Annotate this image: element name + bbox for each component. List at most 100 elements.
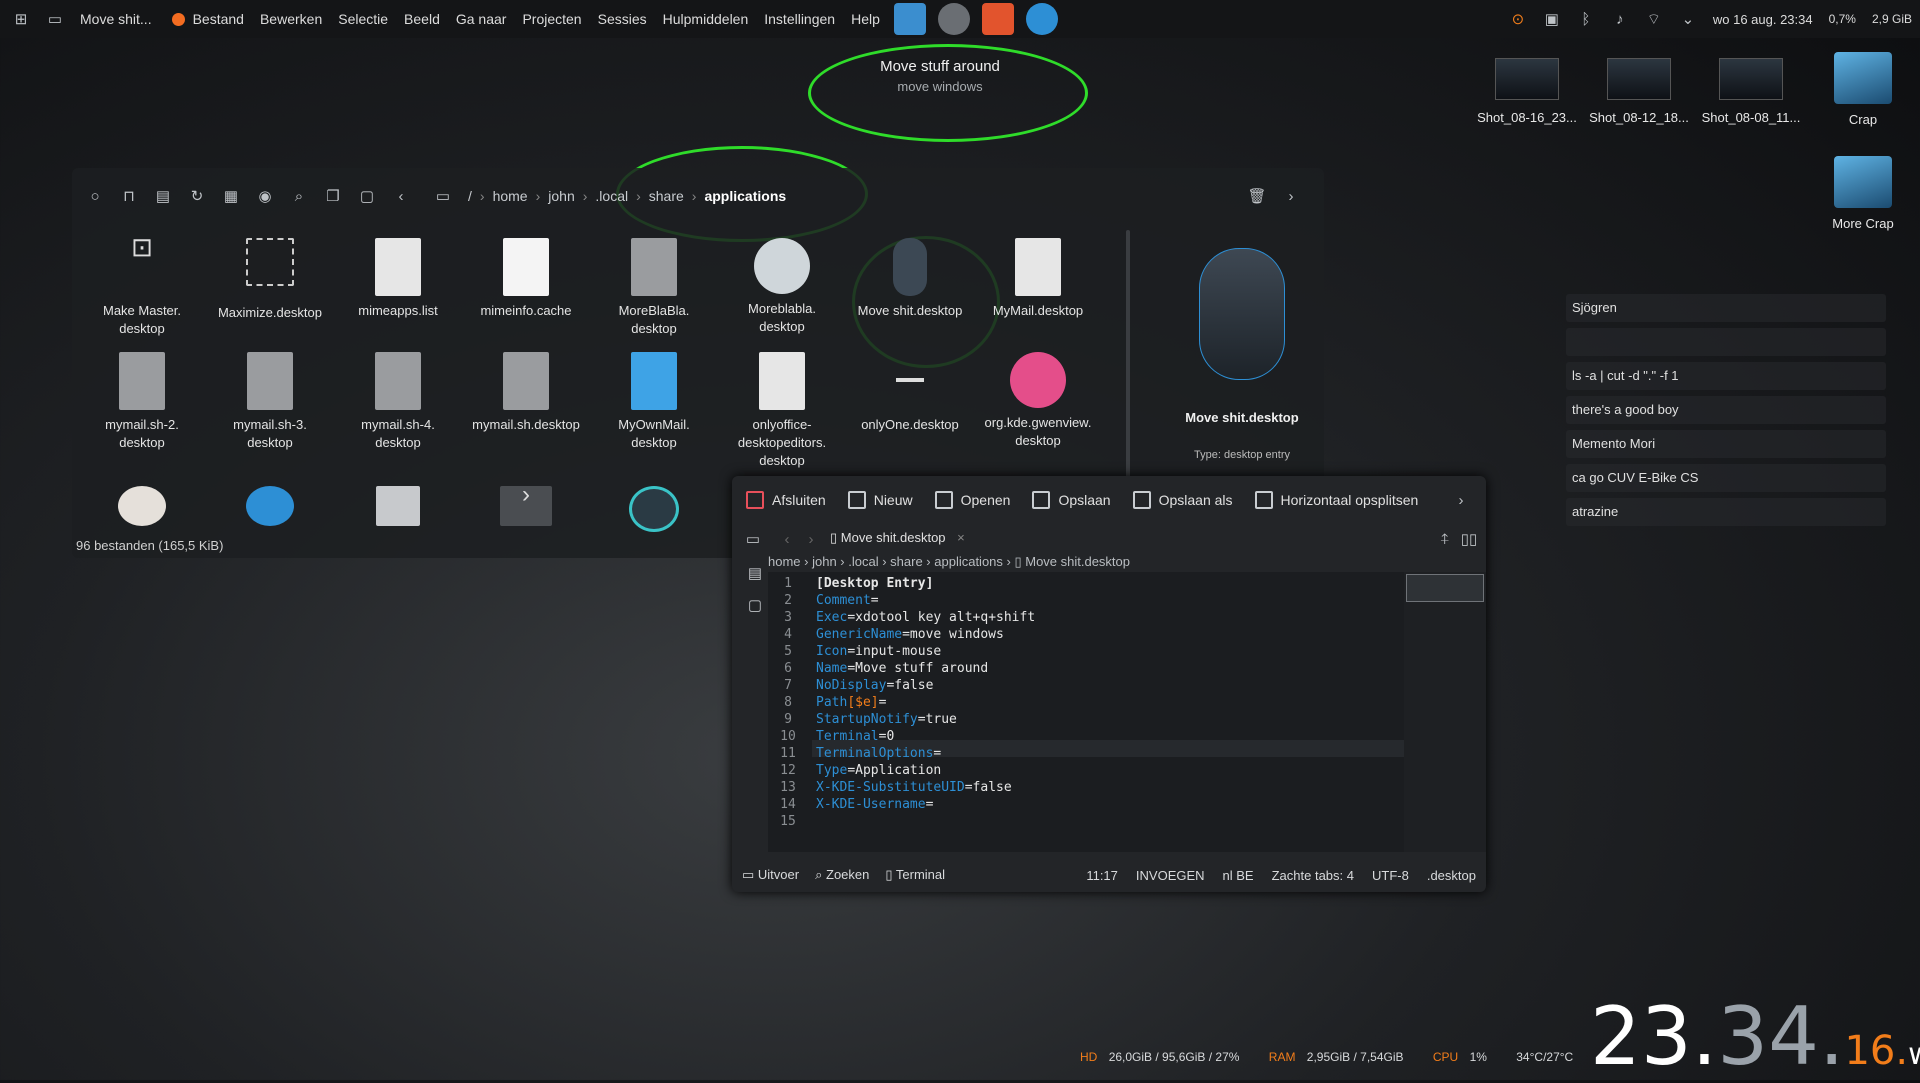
circle-icon[interactable]: ○ xyxy=(84,185,106,207)
mouse-task-icon[interactable] xyxy=(937,3,970,35)
forward-icon[interactable]: › xyxy=(1280,185,1302,207)
file-item[interactable]: MyOwnMail. desktop xyxy=(590,352,718,452)
file-item[interactable]: onlyoffice-desktopeditors. desktop xyxy=(718,352,846,470)
cursor-position[interactable]: 11:17 xyxy=(1086,868,1118,883)
file-item[interactable]: MyMail.desktop xyxy=(974,238,1102,320)
file-item[interactable]: mimeapps.list xyxy=(334,238,462,320)
file-item[interactable]: mimeinfo.cache xyxy=(462,238,590,320)
file-item-selected[interactable]: Move shit.desktop xyxy=(846,238,974,320)
active-window-title[interactable]: Move shit... xyxy=(80,11,152,27)
folder-icon[interactable]: ▭ xyxy=(432,185,454,207)
menu-bestand[interactable]: Bestand xyxy=(193,11,244,27)
clipboard-item[interactable] xyxy=(1566,328,1886,356)
bookmark-icon[interactable]: ⊓ xyxy=(118,185,140,207)
clipboard-item[interactable]: ca go CUV E-Bike CS xyxy=(1566,464,1886,492)
output-button[interactable]: ▭ Uitvoer xyxy=(742,867,799,883)
menu-projecten[interactable]: Projecten xyxy=(522,11,581,27)
brave-task-icon[interactable] xyxy=(981,3,1014,35)
language[interactable]: nl BE xyxy=(1223,868,1254,883)
breadcrumb-share[interactable]: share xyxy=(649,188,684,204)
bluetooth-icon[interactable]: ᛒ xyxy=(1575,8,1597,30)
open-button[interactable]: Openen xyxy=(934,491,1010,509)
file-item[interactable]: › xyxy=(462,483,590,532)
clipboard-item[interactable]: there's a good boy xyxy=(1566,396,1886,424)
file-item[interactable]: ⊡ Make Master. desktop xyxy=(78,234,206,338)
desktop-icon-shot-1[interactable]: Shot_08-16_23... xyxy=(1472,58,1582,125)
tab-forward-icon[interactable]: › xyxy=(800,528,822,550)
update-icon[interactable]: ⊙ xyxy=(1507,8,1529,30)
screenshot-icon[interactable]: ▭ xyxy=(44,8,66,30)
file-type[interactable]: .desktop xyxy=(1427,868,1476,883)
file-item[interactable] xyxy=(78,486,206,532)
file-item[interactable]: mymail.sh.desktop xyxy=(462,352,590,434)
menu-instellingen[interactable]: Instellingen xyxy=(764,11,835,27)
minimap[interactable] xyxy=(1404,572,1486,852)
desktop-icon-shot-2[interactable]: Shot_08-12_18... xyxy=(1584,58,1694,125)
file-item[interactable]: org.kde.gwenview. desktop xyxy=(974,352,1102,450)
tab-back-icon[interactable]: ‹ xyxy=(776,528,798,550)
back-icon[interactable]: ‹ xyxy=(390,185,412,207)
code-editor[interactable]: 1 [Desktop Entry] 2 Comment= 3 Exec=xdotool k… xyxy=(768,572,1404,852)
encoding[interactable]: UTF-8 xyxy=(1372,868,1409,883)
eye-icon[interactable]: ◉ xyxy=(254,185,276,207)
new-button[interactable]: Nieuw xyxy=(847,491,913,509)
clipboard-icon[interactable]: ▣ xyxy=(1541,8,1563,30)
menu-beeld[interactable]: Beeld xyxy=(404,11,440,27)
split-horizontal-button[interactable]: Horizontaal opsplitsen xyxy=(1254,491,1418,509)
browser-task-icon[interactable] xyxy=(1025,3,1058,35)
more-chevron-icon[interactable]: › xyxy=(1450,489,1472,511)
file-manager-task-icon[interactable] xyxy=(893,3,926,35)
insert-mode[interactable]: INVOEGEN xyxy=(1136,868,1205,883)
folder-icon[interactable]: ▭ xyxy=(742,528,764,550)
menu-selectie[interactable]: Selectie xyxy=(338,11,388,27)
terminal-button[interactable]: ▯ Terminal xyxy=(885,867,945,883)
menu-bewerken[interactable]: Bewerken xyxy=(260,11,322,27)
refresh-icon[interactable]: ↻ xyxy=(186,185,208,207)
menu-sessies[interactable]: Sessies xyxy=(598,11,647,27)
save-button[interactable]: Opslaan xyxy=(1032,491,1111,509)
search-icon[interactable]: ⌕ xyxy=(288,185,310,207)
clipboard-item[interactable]: Memento Mori xyxy=(1566,430,1886,458)
file-item[interactable]: mymail.sh-4. desktop xyxy=(334,352,462,452)
file-item[interactable]: mymail.sh-3. desktop xyxy=(206,352,334,452)
copy-icon[interactable]: ❐ xyxy=(322,185,344,207)
breadcrumb-john[interactable]: john xyxy=(548,188,574,204)
pin-icon[interactable]: ⍏ xyxy=(1434,528,1456,550)
clipboard-item[interactable]: ls -a | cut -d "." -f 1 xyxy=(1566,362,1886,390)
breadcrumb-home[interactable]: home xyxy=(493,188,528,204)
panel-icon[interactable]: ▤ xyxy=(152,185,174,207)
file-item[interactable]: Maximize.desktop xyxy=(206,238,334,322)
panel-datetime[interactable]: wo 16 aug. 23:34 xyxy=(1713,12,1813,27)
breadcrumb-applications[interactable]: applications xyxy=(704,188,786,204)
clipboard-item[interactable]: atrazine xyxy=(1566,498,1886,526)
file-item[interactable] xyxy=(206,486,334,532)
file-item[interactable] xyxy=(590,486,718,538)
file-item[interactable]: MoreBlaBla. desktop xyxy=(590,238,718,338)
menu-hulpmiddelen[interactable]: Hulpmiddelen xyxy=(663,11,749,27)
clipboard-item[interactable]: Sjögren xyxy=(1566,294,1886,322)
network-icon[interactable]: ⌔ xyxy=(1643,8,1665,30)
menu-ga-naar[interactable]: Ga naar xyxy=(456,11,507,27)
grid-view-icon[interactable]: ▦ xyxy=(220,185,242,207)
save-as-button[interactable]: Opslaan als xyxy=(1132,491,1233,509)
desktop-icon-shot-3[interactable]: Shot_08-08_11... xyxy=(1696,58,1806,125)
close-tab-icon[interactable]: × xyxy=(957,530,965,545)
projects-sidebar-icon[interactable]: ▢ xyxy=(744,594,766,616)
trash-icon[interactable]: 🗑 xyxy=(1246,185,1268,207)
documents-sidebar-icon[interactable]: ▤ xyxy=(744,562,766,584)
breadcrumb-local[interactable]: .local xyxy=(595,188,628,204)
split-view-icon[interactable]: ▯▯ xyxy=(1458,528,1480,550)
desktop-folder-crap[interactable]: Crap xyxy=(1808,52,1918,127)
file-item[interactable]: mymail.sh-2. desktop xyxy=(78,352,206,452)
file-item[interactable]: Moreblabla. desktop xyxy=(718,238,846,336)
quit-button[interactable]: Afsluiten xyxy=(746,491,826,509)
app-launcher-icon[interactable]: ⊞ xyxy=(10,8,32,30)
volume-icon[interactable]: ♪ xyxy=(1609,8,1631,30)
file-item[interactable] xyxy=(334,486,462,532)
file-item[interactable]: onlyOne.desktop xyxy=(846,352,974,434)
indent-mode[interactable]: Zachte tabs: 4 xyxy=(1272,868,1354,883)
menu-help[interactable]: Help xyxy=(851,11,880,27)
desktop-folder-more-crap[interactable]: More Crap xyxy=(1808,156,1918,231)
paste-icon[interactable]: ▢ xyxy=(356,185,378,207)
tab-move-shit-desktop[interactable]: ▯ Move shit.desktop × xyxy=(830,530,965,546)
